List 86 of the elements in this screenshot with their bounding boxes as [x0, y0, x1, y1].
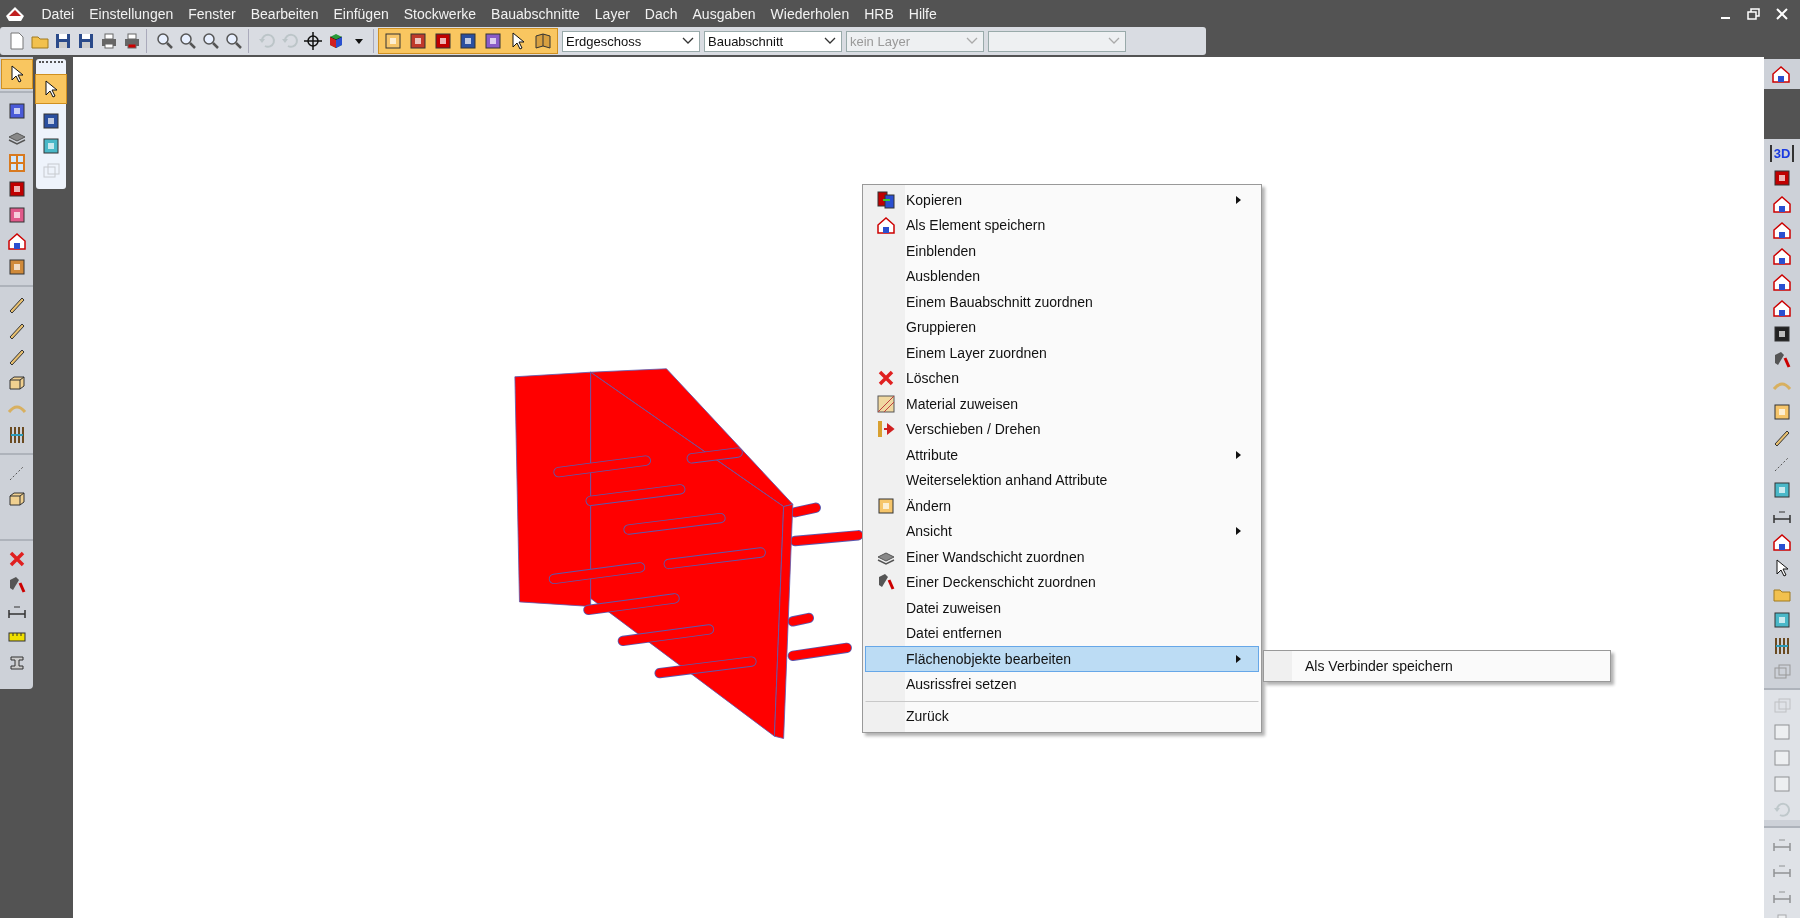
menu-item[interactable]: HRB	[856, 5, 902, 22]
magnifier-icon[interactable]	[201, 31, 221, 51]
chevron-down-icon	[682, 37, 694, 45]
menu-item[interactable]: Stockwerke	[396, 5, 484, 22]
context-menu-item[interactable]: Als Element speichern	[865, 212, 1259, 238]
context-menu-item[interactable]: Löschen	[865, 365, 1259, 391]
block-icon[interactable]	[6, 373, 27, 393]
submenu-arrow-icon	[1234, 449, 1242, 460]
house-icon[interactable]	[6, 231, 27, 251]
context-menu-item[interactable]: Flächenobjekte bearbeiten	[865, 646, 1259, 672]
menu-item[interactable]: Hilfe	[901, 5, 945, 22]
menu-item[interactable]: Dach	[637, 5, 686, 22]
3d-view-button[interactable]: 3D	[1769, 145, 1795, 162]
menu-item[interactable]: Einstellungen	[81, 5, 181, 22]
magnifier-icon[interactable]	[155, 31, 175, 51]
menu-item[interactable]: Fenster	[180, 5, 244, 22]
frame-icon[interactable]	[458, 31, 478, 51]
context-menu-item[interactable]: Weiterselektion anhand Attribute	[865, 467, 1259, 493]
frame-icon[interactable]	[6, 205, 27, 225]
context-menu-item[interactable]: Datei zuweisen	[865, 595, 1259, 621]
frame-icon[interactable]	[6, 101, 27, 121]
chevron-down-icon	[966, 37, 978, 45]
menu-item[interactable]: Ausgaben	[685, 5, 764, 22]
hatch-icon[interactable]	[876, 393, 896, 414]
frame-icon[interactable]	[433, 31, 453, 51]
dropdown[interactable]: Bauabschnitt	[704, 30, 842, 52]
context-menu-item[interactable]: Material zuweisen	[865, 391, 1259, 417]
context-menu-item[interactable]: Kopieren	[865, 187, 1259, 213]
house-icon[interactable]	[1772, 194, 1792, 214]
save-icon[interactable]	[53, 31, 73, 51]
context-menu-item[interactable]: Einblenden	[865, 238, 1259, 264]
submenu-item[interactable]: Als Verbinder speichern	[1264, 653, 1610, 679]
dropdown[interactable]: Erdgeschoss	[562, 30, 700, 52]
context-menu-item[interactable]: Ausrissfrei setzen	[865, 671, 1259, 697]
context-menu-item[interactable]: Verschieben / Drehen	[865, 416, 1259, 442]
chevron-down-icon	[1108, 37, 1120, 45]
house-icon[interactable]	[1772, 220, 1792, 240]
menu-item[interactable]: Bauabschnitte	[483, 5, 588, 22]
beam-icon[interactable]	[1772, 428, 1792, 448]
submenu-arrow-icon	[1234, 194, 1242, 205]
magnifier-icon[interactable]	[178, 31, 198, 51]
frame-icon[interactable]	[1772, 324, 1792, 344]
context-menu-item[interactable]: Ausblenden	[865, 263, 1259, 289]
book-icon[interactable]	[533, 31, 553, 51]
context-menu-item[interactable]: Gruppieren	[865, 314, 1259, 340]
frame-icon[interactable]	[483, 31, 503, 51]
context-menu-item[interactable]: Einem Layer zuordnen	[865, 340, 1259, 366]
chevron-down-icon	[824, 37, 836, 45]
magnifier-icon[interactable]	[224, 31, 244, 51]
house-icon[interactable]	[1772, 298, 1792, 318]
submenu-arrow-icon	[1234, 526, 1242, 537]
close-icon[interactable]	[1774, 5, 1790, 22]
context-menu-item[interactable]: Ändern	[865, 493, 1259, 519]
move-icon[interactable]	[876, 419, 896, 440]
house-icon[interactable]	[1772, 532, 1792, 552]
frame-icon[interactable]	[41, 111, 61, 131]
restore-icon[interactable]	[1746, 5, 1762, 22]
block-icon[interactable]	[6, 489, 27, 509]
printer-icon[interactable]	[122, 31, 142, 51]
house-icon[interactable]	[1771, 64, 1791, 84]
context-menu-item[interactable]: Zurück	[865, 701, 1259, 730]
menu-item[interactable]: Einfügen	[325, 5, 397, 22]
context-menu-item[interactable]: Attribute	[865, 442, 1259, 468]
submenu-arrow-icon	[1234, 653, 1242, 664]
frame-icon[interactable]	[1772, 168, 1792, 188]
frame-icon[interactable]	[6, 179, 27, 199]
menu-item[interactable]: Layer	[587, 5, 638, 22]
house-icon[interactable]	[1772, 246, 1792, 266]
menu-item[interactable]: Datei	[34, 5, 82, 22]
menu-item[interactable]: Wiederholen	[763, 5, 857, 22]
context-menu-item[interactable]: Einer Deckenschicht zuordnen	[865, 569, 1259, 595]
menu-item[interactable]: Bearbeiten	[243, 5, 326, 22]
frame-icon[interactable]	[408, 31, 428, 51]
context-menu-item[interactable]: Einem Bauabschnitt zuordnen	[865, 289, 1259, 315]
tool-icon[interactable]	[1772, 350, 1792, 370]
house-icon[interactable]	[1772, 272, 1792, 292]
frame-icon[interactable]	[41, 136, 61, 156]
copy-icon[interactable]	[876, 189, 896, 210]
bars-icon[interactable]	[1772, 636, 1792, 656]
printer-icon[interactable]	[99, 31, 119, 51]
context-menu-item[interactable]: Einer Wandschicht zuordnen	[865, 544, 1259, 570]
context-menu-item[interactable]: Ansicht	[865, 518, 1259, 544]
save-all-icon[interactable]	[76, 31, 96, 51]
crosshair-icon[interactable]	[303, 31, 323, 51]
context-menu-item[interactable]: Datei entfernen	[865, 620, 1259, 646]
house-icon[interactable]	[876, 215, 896, 236]
